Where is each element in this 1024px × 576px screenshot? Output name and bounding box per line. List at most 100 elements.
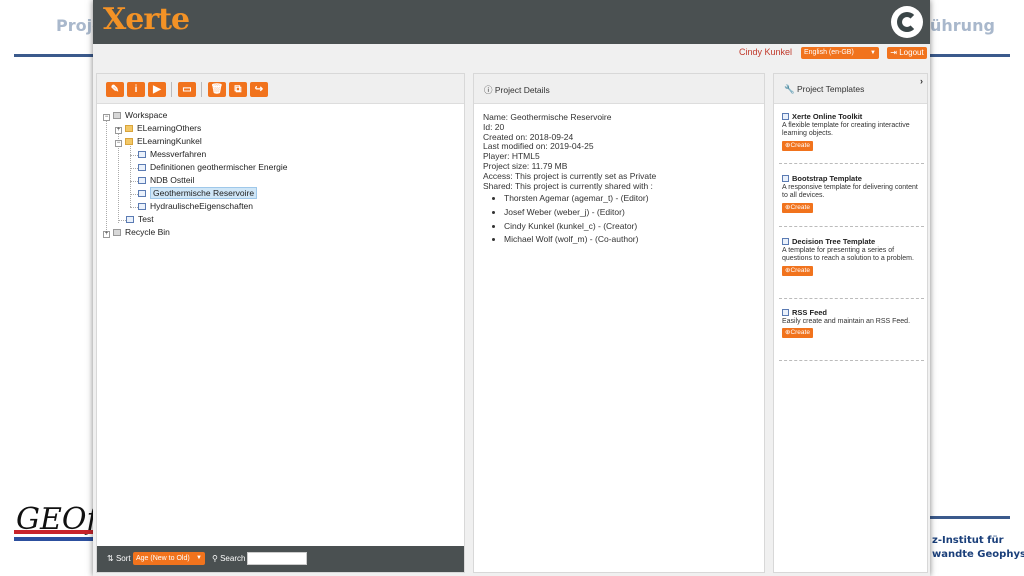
wrench-icon: 🔧 bbox=[784, 84, 795, 94]
xerte-logo[interactable]: Xerte bbox=[103, 2, 190, 37]
duplicate-icon[interactable]: ⧉ bbox=[229, 82, 247, 97]
shared-with-list: Thorsten Agemar (agemar_t) - (Editor) Jo… bbox=[504, 194, 656, 245]
detail-name: Name: Geothermische Reservoire bbox=[483, 112, 612, 122]
toolbar-divider bbox=[201, 82, 202, 97]
sort-label: ⇅ Sort bbox=[107, 554, 131, 563]
workspace-panel: ✎ i ▶ ▭ 🗑 ⧉ ↪ − Workspace + ELearningOth… bbox=[96, 73, 465, 573]
template-name: RSS Feed bbox=[782, 308, 922, 318]
logout-label: Logout bbox=[899, 48, 924, 57]
rss-icon bbox=[782, 309, 789, 316]
tree-node-recycle-bin[interactable]: + Recycle Bin bbox=[103, 226, 170, 238]
template-name: Bootstrap Template bbox=[782, 174, 922, 184]
template-description: A responsive template for delivering con… bbox=[782, 183, 918, 200]
details-header: ⓘ Project Details bbox=[474, 74, 764, 104]
info-circle-icon: ⓘ bbox=[484, 85, 493, 95]
language-select[interactable]: English (en-GB) ▼ bbox=[801, 47, 879, 59]
sort-value: Age (New to Old) bbox=[136, 555, 190, 562]
logo-band-red bbox=[14, 530, 94, 534]
chevron-down-icon: ▼ bbox=[870, 50, 876, 56]
workspace-toolbar: ✎ i ▶ ▭ 🗑 ⧉ ↪ bbox=[97, 74, 464, 104]
tree-node-project[interactable]: Messverfahren bbox=[138, 148, 206, 160]
template-card: Bootstrap Template A responsive template… bbox=[782, 174, 922, 213]
play-icon[interactable]: ▶ bbox=[148, 82, 166, 97]
template-card: Decision Tree Template A template for pr… bbox=[782, 237, 922, 276]
templates-title: 🔧 Project Templates bbox=[784, 84, 865, 94]
tree-node-project[interactable]: HydraulischeEigenschaften bbox=[138, 200, 253, 212]
sort-icon: ⇅ bbox=[107, 554, 114, 563]
template-description: Easily create and maintain an RSS Feed. bbox=[782, 317, 911, 325]
delete-icon[interactable]: 🗑 bbox=[208, 82, 226, 97]
info-icon[interactable]: i bbox=[127, 82, 145, 97]
slide-title-right: ührung bbox=[930, 16, 995, 35]
expand-icon[interactable]: + bbox=[103, 231, 110, 238]
brand-logo-icon bbox=[891, 6, 923, 38]
search-input[interactable] bbox=[247, 552, 307, 565]
project-file-icon bbox=[138, 177, 146, 184]
collapse-icon[interactable]: − bbox=[103, 114, 110, 121]
logo-band-blue bbox=[14, 537, 94, 541]
folder-icon bbox=[125, 125, 133, 132]
project-templates-panel: 🔧 Project Templates › Xerte Online Toolk… bbox=[773, 73, 928, 573]
project-file-icon bbox=[126, 216, 134, 223]
collapse-icon[interactable]: − bbox=[115, 140, 122, 147]
template-card: RSS Feed Easily create and maintain an R… bbox=[782, 308, 922, 338]
shared-user: Cindy Kunkel (kunkel_c) - (Creator) bbox=[504, 221, 656, 232]
geofa-logo: GEOfa bbox=[14, 496, 115, 562]
create-button[interactable]: ⊕Create bbox=[782, 202, 813, 213]
tree-node-test[interactable]: Test bbox=[126, 213, 154, 225]
divider bbox=[779, 163, 924, 164]
shared-user: Josef Weber (weber_j) - (Editor) bbox=[504, 207, 656, 218]
toolbar-divider bbox=[171, 82, 172, 97]
tree-node-project[interactable]: NDB Ostteil bbox=[138, 174, 194, 186]
template-icon bbox=[782, 175, 789, 182]
search-icon: ⚲ bbox=[212, 554, 218, 563]
language-value: English (en-GB) bbox=[804, 49, 854, 56]
template-description: A template for presenting a series of qu… bbox=[782, 246, 914, 263]
shared-user: Michael Wolf (wolf_m) - (Co-author) bbox=[504, 234, 656, 245]
folder-icon bbox=[125, 138, 133, 145]
institute-line-2: wandte Geophysik bbox=[932, 549, 1024, 560]
tree-node-elearning-others[interactable]: + ELearningOthers bbox=[115, 122, 201, 134]
project-file-icon bbox=[138, 203, 146, 210]
chevron-down-icon: ▼ bbox=[196, 555, 202, 561]
tree-node-project-selected[interactable]: Geothermische Reservoire bbox=[138, 187, 258, 199]
workspace-footer: ⇅ Sort Age (New to Old) ▼ ⚲ Search bbox=[97, 546, 464, 572]
logout-button[interactable]: ⇥ Logout bbox=[887, 47, 927, 59]
institute-name: z-Institut für wandte Geophysik bbox=[932, 534, 1024, 562]
new-folder-icon[interactable]: ▭ bbox=[178, 82, 196, 97]
template-name: Xerte Online Toolkit bbox=[782, 112, 922, 122]
details-body: Name: Geothermische Reservoire Id: 20 Cr… bbox=[483, 112, 656, 249]
tree-node-project[interactable]: Definitionen geothermischer Energie bbox=[138, 161, 288, 173]
project-file-icon bbox=[138, 190, 146, 197]
create-button[interactable]: ⊕Create bbox=[782, 265, 813, 276]
top-bar: Xerte bbox=[93, 0, 930, 44]
search-label: ⚲ Search bbox=[212, 554, 246, 563]
user-bar: Cindy Kunkel English (en-GB) ▼ ⇥ Logout bbox=[93, 44, 930, 62]
institute-rule bbox=[930, 516, 1010, 519]
workspace-icon bbox=[113, 112, 121, 119]
shared-user: Thorsten Agemar (agemar_t) - (Editor) bbox=[504, 194, 656, 204]
divider bbox=[779, 226, 924, 227]
create-button[interactable]: ⊕Create bbox=[782, 140, 813, 151]
tree-node-elearning-kunkel[interactable]: − ELearningKunkel bbox=[115, 135, 202, 147]
edit-icon[interactable]: ✎ bbox=[106, 82, 124, 97]
tree-node-workspace[interactable]: − Workspace bbox=[103, 109, 167, 121]
slide-rule-left bbox=[14, 54, 94, 57]
template-name: Decision Tree Template bbox=[782, 237, 922, 247]
project-file-icon bbox=[138, 151, 146, 158]
decision-tree-icon bbox=[782, 238, 789, 245]
chevron-right-icon[interactable]: › bbox=[920, 76, 923, 86]
sort-select[interactable]: Age (New to Old) ▼ bbox=[133, 552, 205, 565]
share-icon[interactable]: ↪ bbox=[250, 82, 268, 97]
institute-line-1: z-Institut für bbox=[932, 535, 1004, 546]
template-icon bbox=[782, 113, 789, 120]
details-title: ⓘ Project Details bbox=[484, 85, 550, 95]
username: Cindy Kunkel bbox=[739, 47, 793, 57]
template-card: Xerte Online Toolkit A flexible template… bbox=[782, 112, 922, 151]
create-button[interactable]: ⊕Create bbox=[782, 328, 813, 338]
expand-icon[interactable]: + bbox=[115, 127, 122, 134]
logout-icon: ⇥ bbox=[890, 48, 897, 57]
detail-shared: Shared: This project is currently shared… bbox=[483, 180, 653, 191]
divider bbox=[779, 298, 924, 299]
project-details-panel: ⓘ Project Details Name: Geothermische Re… bbox=[473, 73, 765, 573]
